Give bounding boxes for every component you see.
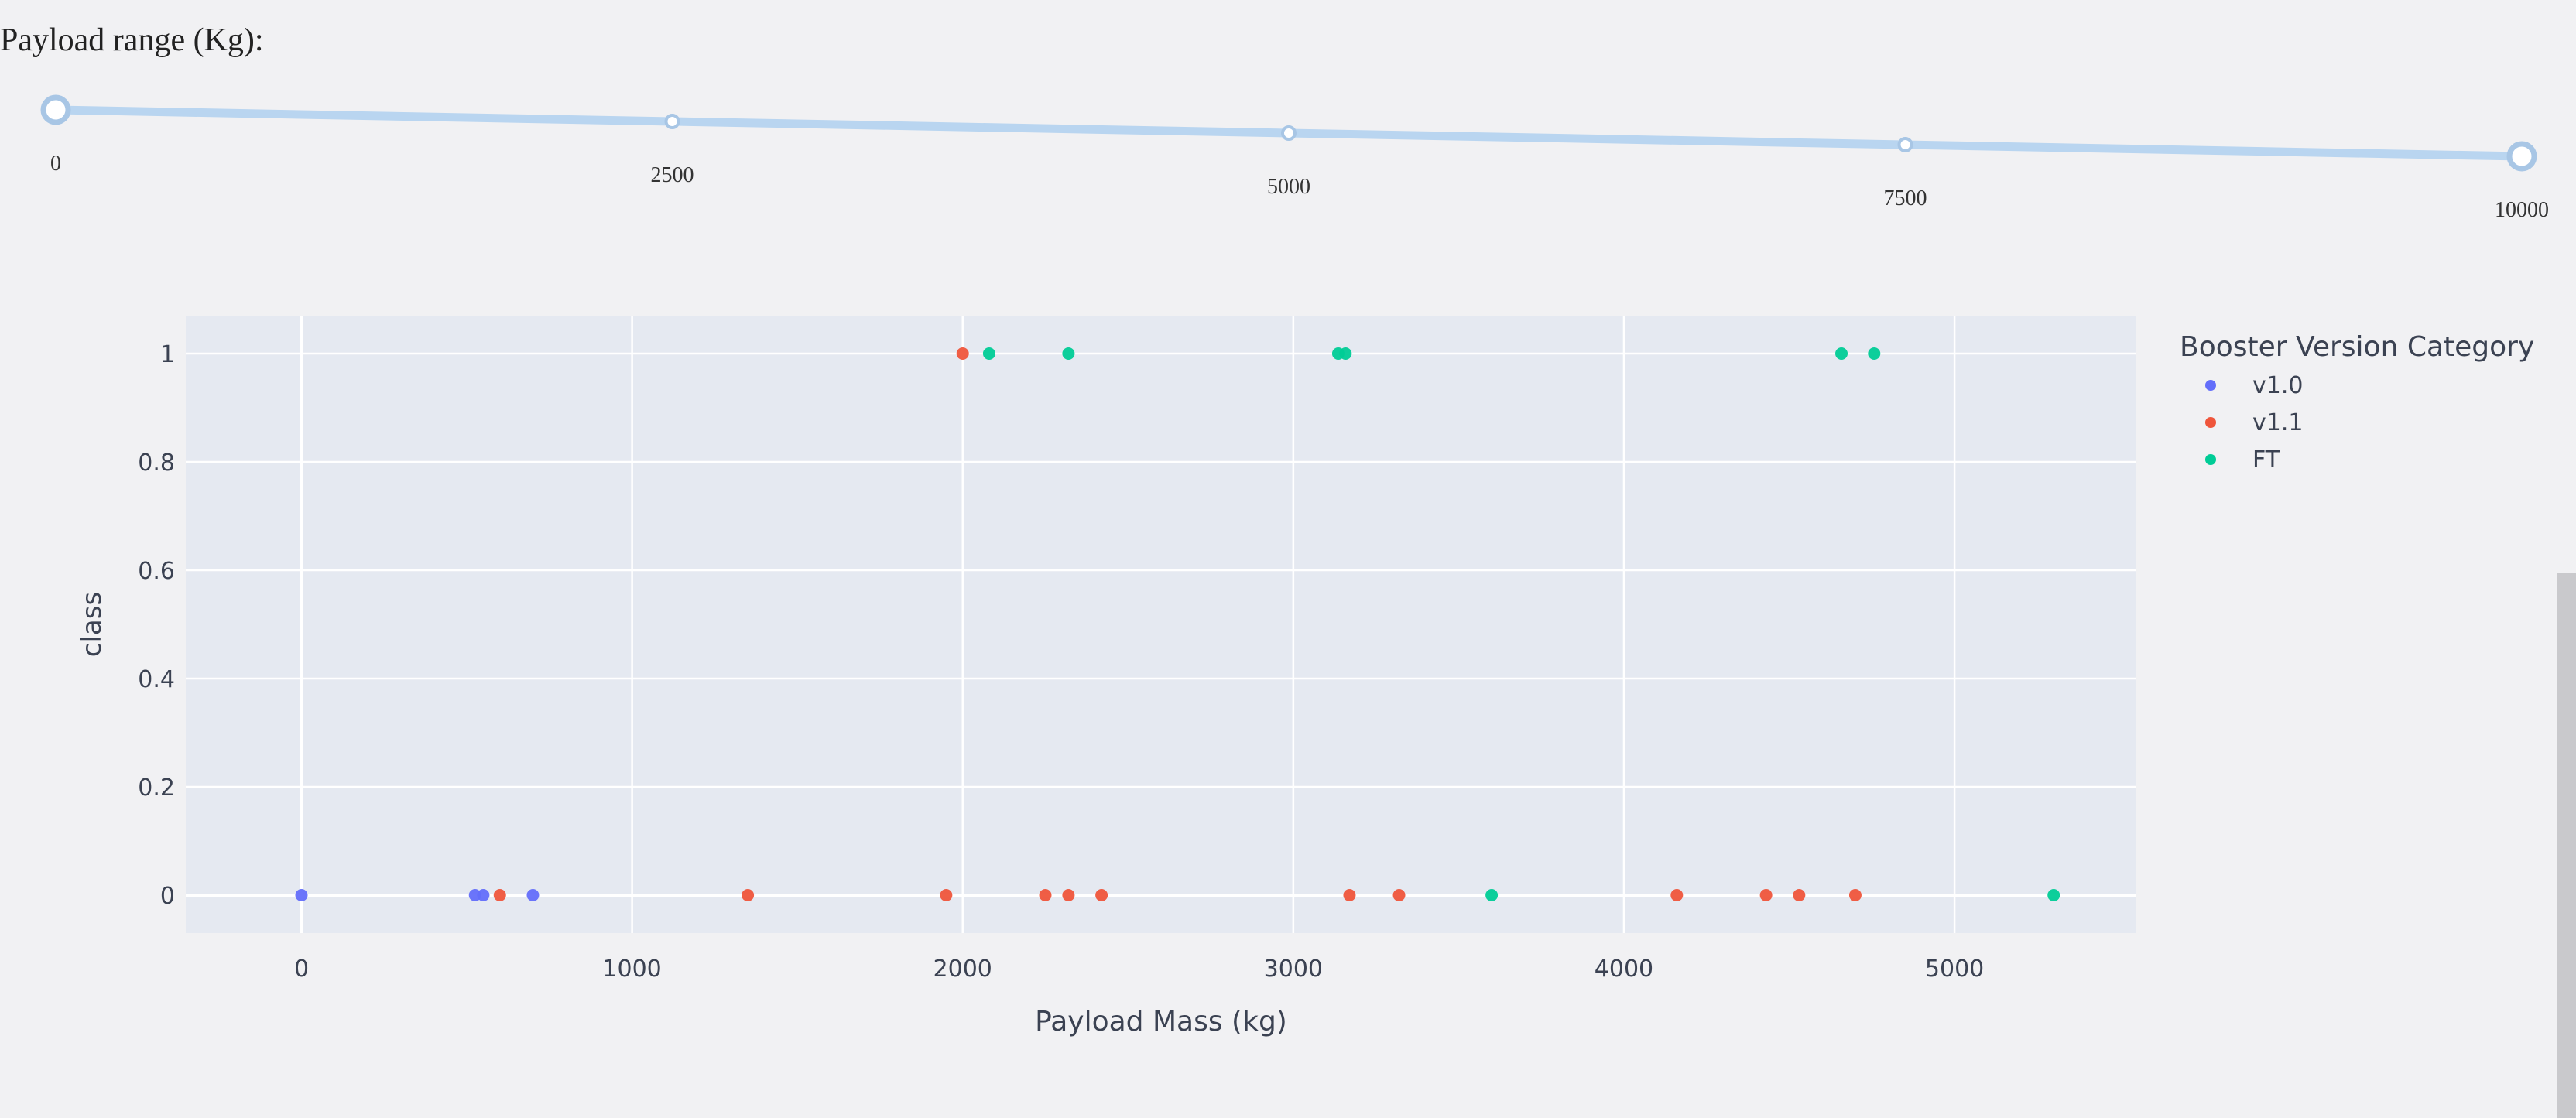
page-scrollbar[interactable] (2557, 573, 2576, 1118)
point-v1.0[interactable] (295, 889, 308, 901)
legend-item-v1.1[interactable]: v1.1 (2252, 409, 2303, 436)
x-axis-title: Payload Mass (kg) (1035, 1006, 1287, 1037)
x-tick-label: 2000 (933, 956, 992, 983)
slider-mark-label[interactable]: 2500 (651, 163, 694, 187)
slider-mark-label[interactable]: 0 (50, 152, 61, 176)
slider-handle-min[interactable] (40, 94, 71, 125)
y-tick-label: 0.8 (138, 450, 175, 477)
slider-mark-dot[interactable] (664, 114, 680, 129)
slider-mark-dot[interactable] (1897, 137, 1913, 152)
legend-marker-v1.1[interactable] (2205, 417, 2216, 428)
point-FT[interactable] (1062, 347, 1075, 360)
x-tick-label: 1000 (602, 956, 661, 983)
slider-mark-dot[interactable] (1281, 125, 1297, 141)
x-tick-label: 0 (294, 956, 309, 983)
y-tick-label: 0.2 (138, 774, 175, 802)
point-FT[interactable] (1868, 347, 1881, 360)
point-v1.1[interactable] (1343, 889, 1356, 901)
point-FT[interactable] (1339, 347, 1352, 360)
y-tick-label: 0.4 (138, 666, 175, 693)
legend[interactable]: Booster Version Category v1.0 v1.1 FT (2180, 331, 2534, 474)
point-v1.1[interactable] (1392, 889, 1406, 901)
slider-mark-label[interactable]: 5000 (1267, 175, 1310, 199)
y-tick-label: 0.6 (138, 558, 175, 585)
slider-mark-label[interactable]: 10000 (2495, 198, 2549, 222)
y-axis-ticks: 0 0.2 0.4 0.6 0.8 1 (138, 341, 175, 910)
point-v1.0[interactable] (477, 889, 490, 901)
point-v1.1[interactable] (742, 889, 755, 901)
slider-mark-label[interactable]: 7500 (1884, 186, 1927, 210)
x-tick-label: 3000 (1264, 956, 1323, 983)
y-axis-title: class (77, 592, 108, 657)
x-tick-label: 5000 (1925, 956, 1984, 983)
x-axis-ticks: 0 1000 2000 3000 4000 5000 (294, 956, 1984, 983)
point-v1.1[interactable] (956, 347, 969, 360)
x-tick-label: 4000 (1595, 956, 1653, 983)
plot-area (186, 316, 2136, 933)
point-v1.1[interactable] (1062, 889, 1075, 901)
point-FT[interactable] (1835, 347, 1848, 360)
slider-handle-max[interactable] (2506, 141, 2537, 172)
legend-title: Booster Version Category (2180, 331, 2534, 363)
point-v1.1[interactable] (493, 889, 506, 901)
point-v1.1[interactable] (940, 889, 953, 901)
point-FT[interactable] (2047, 889, 2060, 901)
legend-marker-FT[interactable] (2205, 454, 2216, 465)
point-v1.1[interactable] (1848, 889, 1862, 901)
y-tick-label: 0 (160, 883, 175, 910)
payload-range-label: Payload range (Kg): (0, 22, 264, 58)
y-tick-label: 1 (160, 341, 175, 368)
scatter-chart: 0 1000 2000 3000 4000 5000 0 0.2 0.4 0.6 0.8 1 Pay… (77, 316, 2534, 1037)
legend-item-v1.0[interactable]: v1.0 (2252, 372, 2303, 399)
point-v1.1[interactable] (1095, 889, 1108, 901)
point-v1.0[interactable] (526, 889, 540, 901)
legend-marker-v1.0[interactable] (2205, 380, 2216, 391)
payload-range-slider[interactable]: 0 2500 5000 7500 10000 (0, 85, 2576, 224)
point-FT[interactable] (1485, 889, 1499, 901)
point-v1.1[interactable] (1759, 889, 1773, 901)
point-v1.1[interactable] (1793, 889, 1806, 901)
point-v1.1[interactable] (1039, 889, 1052, 901)
point-FT[interactable] (982, 347, 995, 360)
point-v1.1[interactable] (1670, 889, 1684, 901)
legend-item-FT[interactable]: FT (2252, 446, 2280, 474)
